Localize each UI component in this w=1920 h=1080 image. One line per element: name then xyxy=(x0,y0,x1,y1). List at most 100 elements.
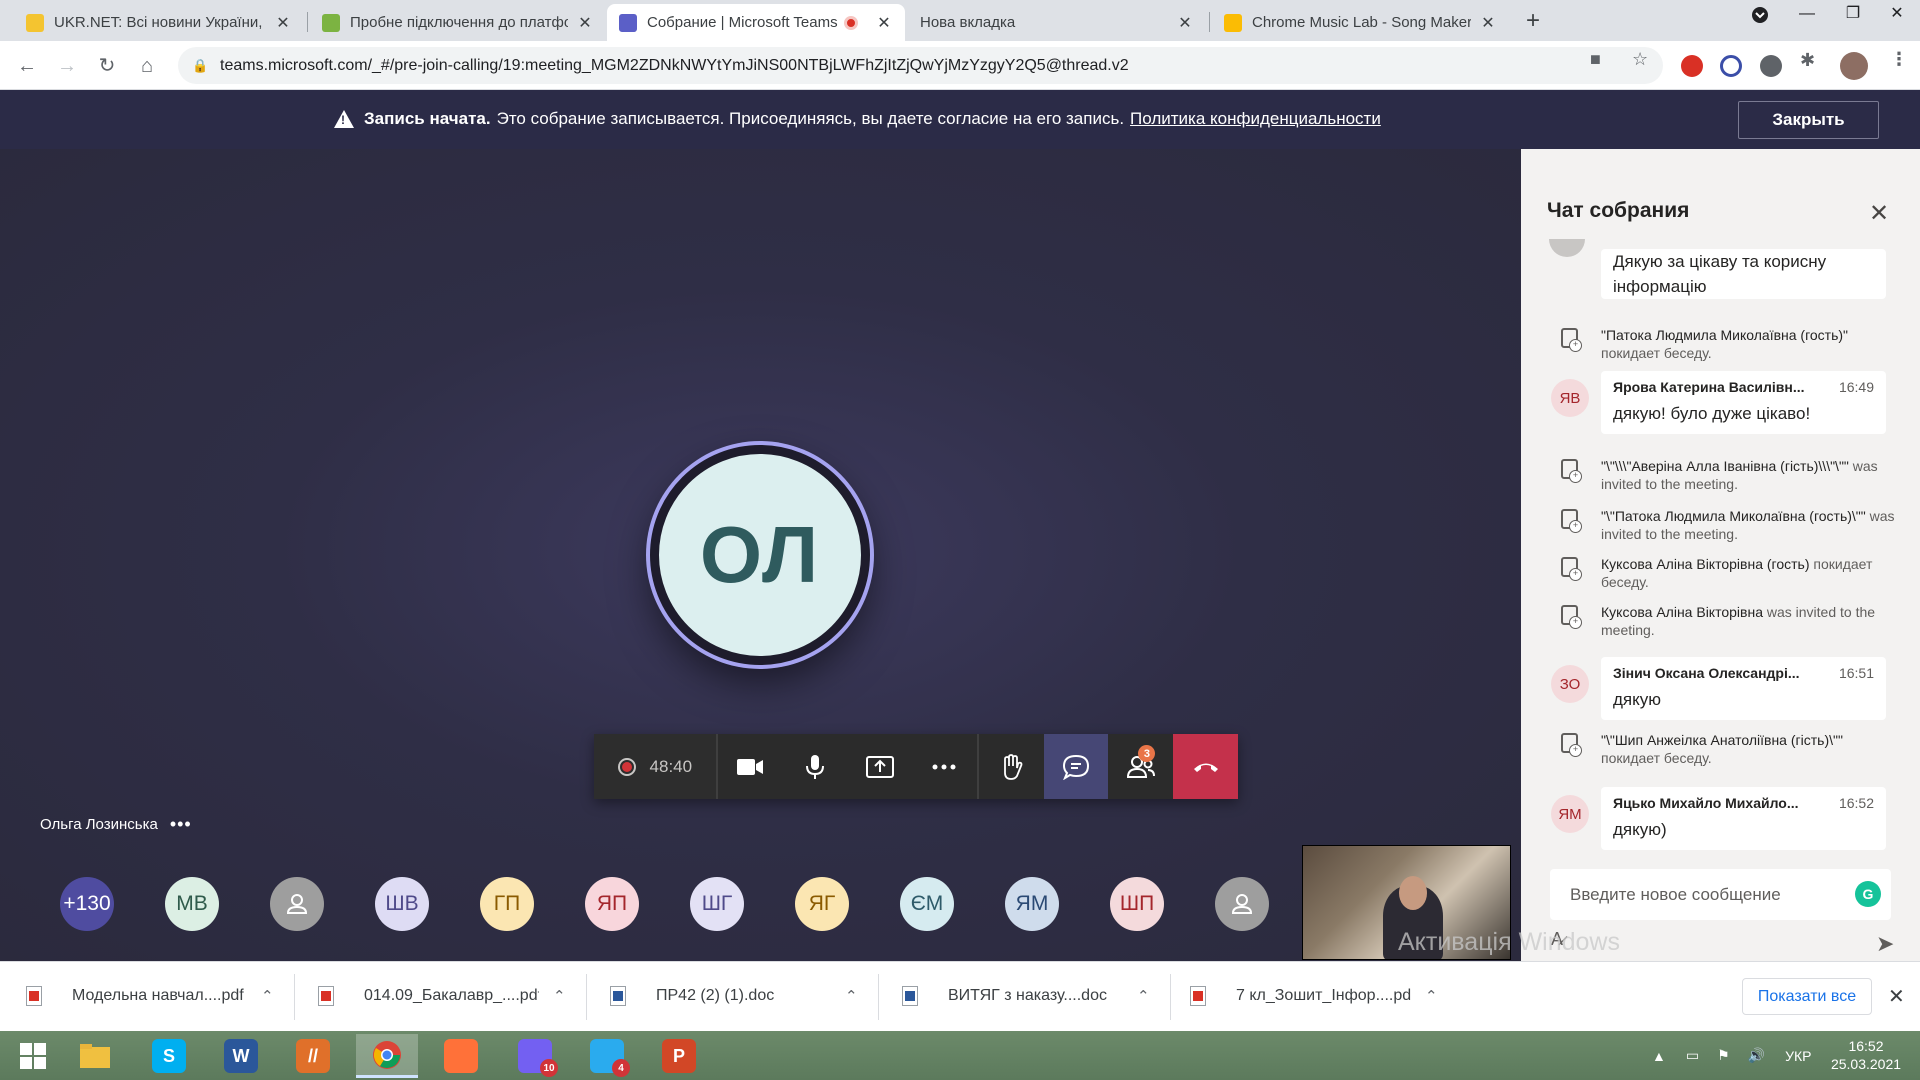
address-bar[interactable]: 🔒 teams.microsoft.com/_#/pre-join-callin… xyxy=(178,47,1663,84)
participant-avatar[interactable]: ЯП xyxy=(585,877,639,931)
tab-search-icon[interactable] xyxy=(1737,6,1783,36)
restore-icon[interactable]: ❐ xyxy=(1830,0,1876,30)
pdf-file-icon xyxy=(26,986,42,1006)
bookmark-star-icon[interactable]: ☆ xyxy=(1632,49,1648,70)
chevron-up-icon[interactable]: ⌃ xyxy=(845,987,858,1005)
participant-avatar-person-icon[interactable] xyxy=(1215,877,1269,931)
close-icon[interactable]: ✕ xyxy=(1176,13,1194,33)
back-arrow-icon[interactable]: ← xyxy=(12,51,42,81)
adblock-extension-icon[interactable] xyxy=(1681,55,1703,77)
network-icon[interactable]: ▭ xyxy=(1686,1047,1699,1064)
participant-initials: ЯП xyxy=(596,892,628,915)
share-screen-button[interactable] xyxy=(847,734,913,799)
raise-hand-button[interactable] xyxy=(978,734,1044,799)
close-icon[interactable]: ✕ xyxy=(274,13,292,33)
participant-avatar-person-icon[interactable] xyxy=(270,877,324,931)
powerpoint-icon: P xyxy=(662,1039,696,1073)
chevron-up-icon[interactable]: ⌃ xyxy=(261,987,274,1005)
browser-tab-ukrnet[interactable]: UKR.NET: Всі новини України, о ✕ xyxy=(14,4,304,41)
reload-icon[interactable]: ↻ xyxy=(92,51,122,81)
camera-blocked-icon[interactable]: ■ xyxy=(1590,49,1601,70)
microphone-button[interactable] xyxy=(782,734,848,799)
participant-avatar[interactable]: ШГ xyxy=(690,877,744,931)
close-icon[interactable]: ✕ xyxy=(576,13,594,33)
participant-avatar[interactable]: ГП xyxy=(480,877,534,931)
download-item[interactable]: 014.09_Бакалавр_....pdf ⌃ xyxy=(318,978,566,1014)
download-item[interactable]: Модельна навчал....pdf ⌃ xyxy=(26,978,274,1014)
blocker-extension-icon[interactable] xyxy=(1720,55,1742,77)
download-filename: ВИТЯГ з наказу....doc xyxy=(948,987,1107,1004)
message-avatar[interactable]: ЗО xyxy=(1551,665,1589,703)
compose-message-input[interactable]: Введите новое сообщение G xyxy=(1550,869,1891,920)
participant-avatar[interactable]: ЯМ xyxy=(1005,877,1059,931)
tray-chevron-icon[interactable]: ▲ xyxy=(1652,1048,1666,1064)
puzzle-extensions-icon[interactable]: ✱ xyxy=(1800,50,1815,71)
minimize-icon[interactable]: — xyxy=(1784,0,1830,30)
taskbar-app-button[interactable] xyxy=(64,1034,126,1078)
close-chat-icon[interactable]: ✕ xyxy=(1869,199,1889,228)
message-body: дякую) xyxy=(1613,820,1667,839)
browser-tab-teams[interactable]: Собрание | Microsoft Teams ✕ xyxy=(607,4,905,41)
participant-avatar[interactable]: МВ xyxy=(165,877,219,931)
download-item[interactable]: ПР42 (2) (1).doc ⌃ xyxy=(610,978,858,1014)
clock[interactable]: 16:52 25.03.2021 xyxy=(1826,1037,1906,1073)
volume-icon[interactable]: 🔊 xyxy=(1748,1047,1765,1064)
privacy-policy-link[interactable]: Политика конфиденциальности xyxy=(1130,109,1381,129)
url-text: teams.microsoft.com/_#/pre-join-calling/… xyxy=(220,56,1129,74)
participant-avatar[interactable]: ЄМ xyxy=(900,877,954,931)
hang-up-button[interactable] xyxy=(1173,734,1238,799)
taskbar-app-button[interactable]: // xyxy=(282,1034,344,1078)
tab-title: Chrome Music Lab - Song Maker xyxy=(1252,14,1471,31)
downloads-shelf: Показати все ✕ Модельна навчал....pdf ⌃ 01… xyxy=(0,961,1920,1031)
participant-avatar[interactable]: ШВ xyxy=(375,877,429,931)
message-avatar[interactable]: ЯМ xyxy=(1551,795,1589,833)
show-all-downloads-button[interactable]: Показати все xyxy=(1742,978,1872,1015)
format-text-icon[interactable]: A̷ xyxy=(1551,929,1563,950)
extension-icon[interactable] xyxy=(1760,55,1782,77)
window-close-icon[interactable]: ✕ xyxy=(1874,0,1920,30)
banner-text: Это собрание записывается. Присоединяясь… xyxy=(496,109,1125,128)
taskbar-app-button[interactable]: 4 xyxy=(576,1034,638,1078)
grammarly-icon[interactable]: G xyxy=(1855,881,1881,907)
download-item[interactable]: ВИТЯГ з наказу....doc ⌃ xyxy=(902,978,1150,1014)
language-indicator[interactable]: УКР xyxy=(1785,1048,1811,1064)
more-options-icon[interactable]: ••• xyxy=(170,814,192,835)
participant-avatar[interactable]: ШП xyxy=(1110,877,1164,931)
taskbar-app-button[interactable] xyxy=(430,1034,492,1078)
home-icon[interactable]: ⌂ xyxy=(132,51,162,81)
participant-avatar[interactable]: +130 xyxy=(60,877,114,931)
close-icon[interactable]: ✕ xyxy=(875,13,893,33)
send-icon[interactable]: ➤ xyxy=(1876,931,1894,957)
taskbar-app-button[interactable] xyxy=(356,1034,418,1078)
taskbar-app-button[interactable]: S xyxy=(138,1034,200,1078)
forward-arrow-icon[interactable]: → xyxy=(52,51,82,81)
start-button[interactable] xyxy=(2,1034,64,1078)
roster-change-icon xyxy=(1561,605,1582,629)
taskbar-app-button[interactable]: P xyxy=(648,1034,710,1078)
presenter-name: Ольга Лозинська xyxy=(40,816,158,833)
chevron-up-icon[interactable]: ⌃ xyxy=(1425,987,1438,1005)
profile-avatar[interactable] xyxy=(1840,52,1868,80)
chevron-up-icon[interactable]: ⌃ xyxy=(1137,987,1150,1005)
download-item[interactable]: 7 кл_Зошит_Інфор....pdf ⌃ xyxy=(1190,978,1438,1014)
participant-avatar[interactable]: ЯГ xyxy=(795,877,849,931)
close-downloads-icon[interactable]: ✕ xyxy=(1888,984,1905,1009)
close-icon[interactable]: ✕ xyxy=(1479,13,1497,33)
flag-icon[interactable]: ⚑ xyxy=(1717,1047,1730,1064)
browser-tab-songmaker[interactable]: Chrome Music Lab - Song Maker ✕ xyxy=(1212,4,1509,41)
camera-button[interactable] xyxy=(717,734,783,799)
close-banner-button[interactable]: Закрыть xyxy=(1738,101,1879,139)
participants-button[interactable]: 3 xyxy=(1108,734,1174,799)
browser-tab-newtab[interactable]: Нова вкладка ✕ xyxy=(908,4,1206,41)
new-tab-plus-icon[interactable]: + xyxy=(1518,6,1548,36)
more-actions-button[interactable] xyxy=(912,734,977,799)
taskbar-app-button[interactable]: 10 xyxy=(504,1034,566,1078)
taskbar-app-button[interactable]: W xyxy=(210,1034,272,1078)
message-time: 16:52 xyxy=(1838,795,1874,811)
message-avatar[interactable]: ЯВ xyxy=(1551,379,1589,417)
message-author: Ярова Катерина Василівн... xyxy=(1613,379,1805,395)
browser-tab-trial[interactable]: Пробне підключення до платфо ✕ xyxy=(310,4,606,41)
kebab-menu-icon[interactable]: ⋮ xyxy=(1890,49,1908,70)
chevron-up-icon[interactable]: ⌃ xyxy=(553,987,566,1005)
chat-toggle-button[interactable] xyxy=(1043,734,1109,799)
